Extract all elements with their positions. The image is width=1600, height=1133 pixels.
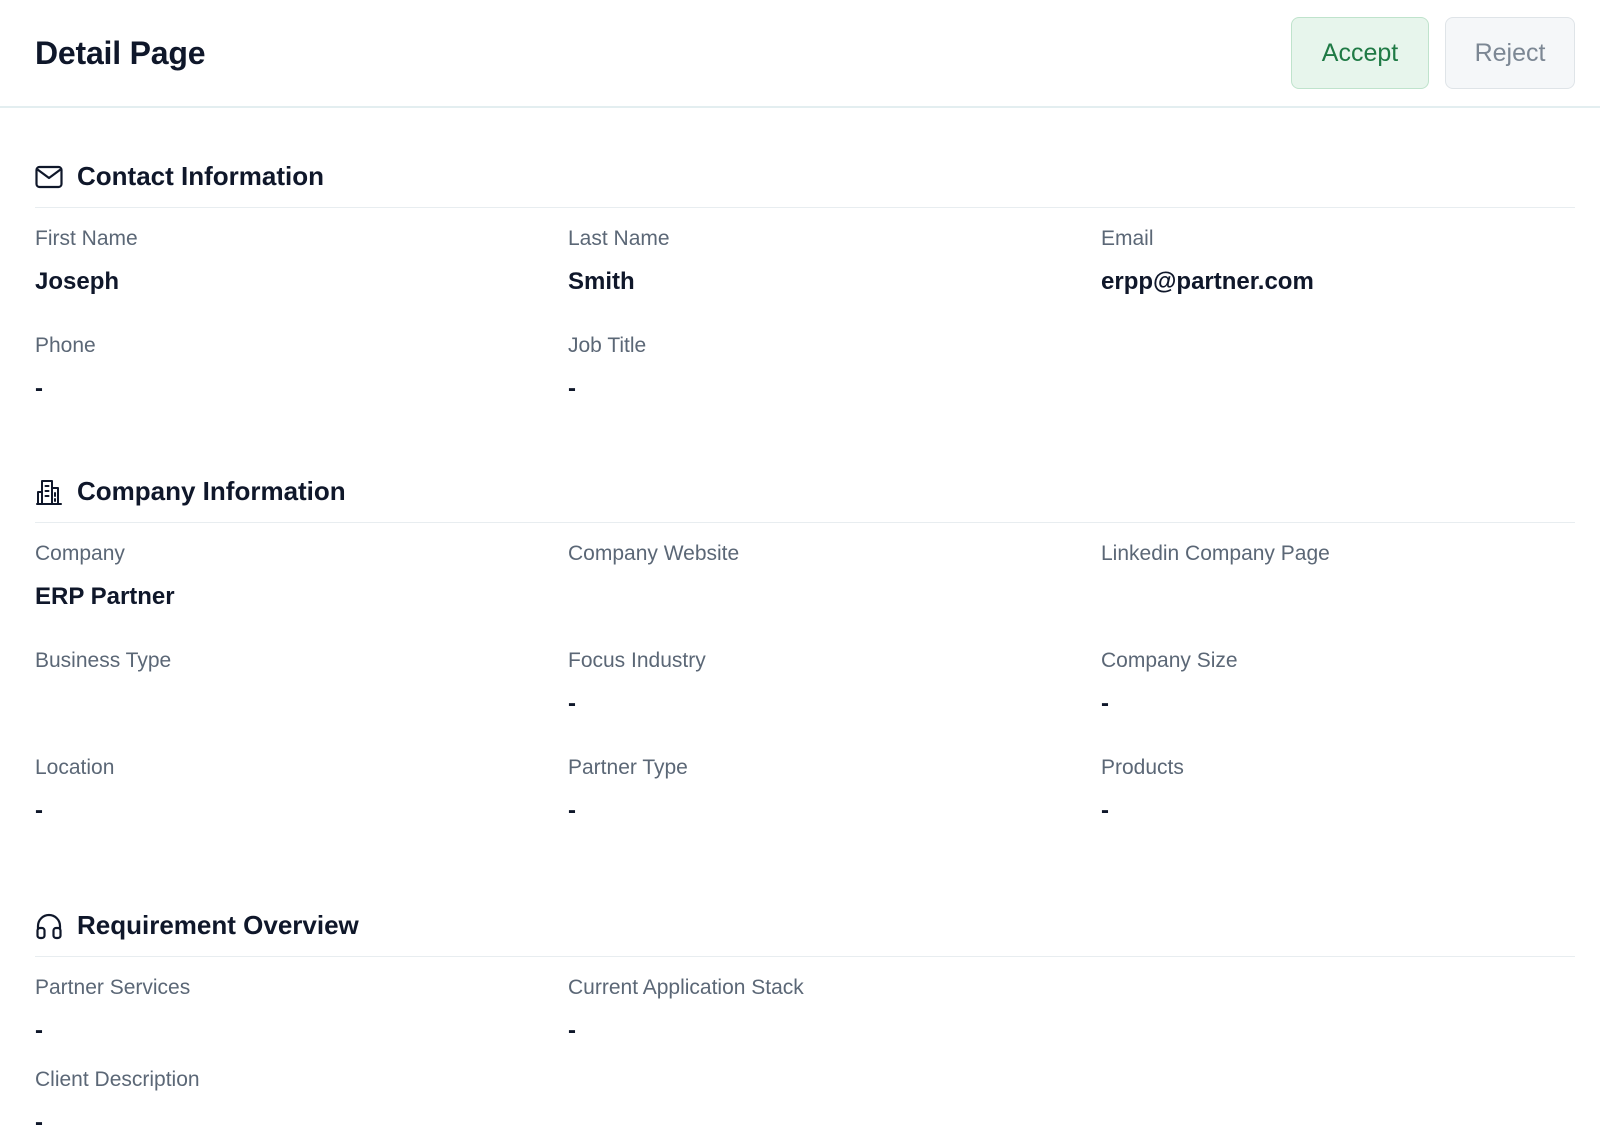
section-title: Company Information [77,476,346,506]
field-phone: Phone - [35,315,568,422]
section-header: Requirement Overview [35,899,1575,957]
field-value: - [35,1109,43,1133]
field-application-stack: Current Application Stack - [568,957,1101,1049]
company-information-section: Company Information Company ERP Partner … [35,465,1575,844]
field-client-description: Client Description - [35,1049,568,1133]
field-label: Partner Services [35,976,191,999]
section-header: Contact Information [35,150,1575,208]
page-title: Detail Page [35,34,206,71]
field-first-name: First Name Joseph [35,208,568,315]
field-label: Company Website [568,542,740,565]
accept-button[interactable]: Accept [1291,17,1429,89]
field-company-size: Company Size - [1101,630,1575,737]
field-grid: Company ERP Partner Company Website Link… [35,523,1575,844]
field-location: Location - [35,737,568,844]
reject-button[interactable]: Reject [1445,17,1575,89]
field-value: - [1101,797,1109,824]
field-label: Company Size [1101,649,1238,672]
field-label: Location [35,756,115,779]
field-label: Phone [35,334,96,357]
field-value: - [1101,690,1109,717]
field-value: - [35,1017,43,1044]
contact-information-section: Contact Information First Name Joseph La… [35,150,1575,422]
field-linkedin-page: Linkedin Company Page [1101,523,1575,630]
page-header: Detail Page Accept Reject [0,0,1600,108]
field-products: Products - [1101,737,1575,844]
building-icon [35,478,63,506]
field-label: Last Name [568,227,670,250]
field-label: Partner Type [568,756,688,779]
field-label: Linkedin Company Page [1101,542,1330,565]
mail-icon [35,163,63,191]
field-value: - [568,1017,576,1044]
field-label: Company [35,542,125,565]
detail-content: Contact Information First Name Joseph La… [0,150,1600,1133]
field-label: Job Title [568,334,647,357]
field-focus-industry: Focus Industry - [568,630,1101,737]
field-job-title: Job Title - [568,315,1101,422]
field-value: ERP Partner [35,583,175,610]
field-empty [1101,957,1575,1049]
field-label: Focus Industry [568,649,706,672]
field-grid: Partner Services - Current Application S… [35,957,1575,1133]
section-title: Contact Information [77,161,324,191]
field-label: Client Description [35,1068,200,1091]
field-partner-services: Partner Services - [35,957,568,1049]
field-label: Products [1101,756,1184,779]
section-title: Requirement Overview [77,910,359,940]
field-value: - [35,375,43,402]
field-company: Company ERP Partner [35,523,568,630]
field-label: Email [1101,227,1154,250]
field-value: - [568,690,576,717]
headphones-icon [35,912,63,940]
field-label: Business Type [35,649,172,672]
field-value: - [568,375,576,402]
field-value: - [568,797,576,824]
requirement-overview-section: Requirement Overview Partner Services - … [35,899,1575,1133]
field-company-website: Company Website [568,523,1101,630]
section-header: Company Information [35,465,1575,523]
field-value: - [35,797,43,824]
field-partner-type: Partner Type - [568,737,1101,844]
field-label: First Name [35,227,138,250]
field-last-name: Last Name Smith [568,208,1101,315]
field-grid: First Name Joseph Last Name Smith Email … [35,208,1575,422]
field-email: Email erpp@partner.com [1101,208,1575,315]
field-value: Smith [568,268,635,295]
field-business-type: Business Type [35,630,568,737]
field-value: erpp@partner.com [1101,268,1314,295]
field-value: Joseph [35,268,120,295]
field-label: Current Application Stack [568,976,804,999]
header-actions: Accept Reject [1291,17,1575,89]
